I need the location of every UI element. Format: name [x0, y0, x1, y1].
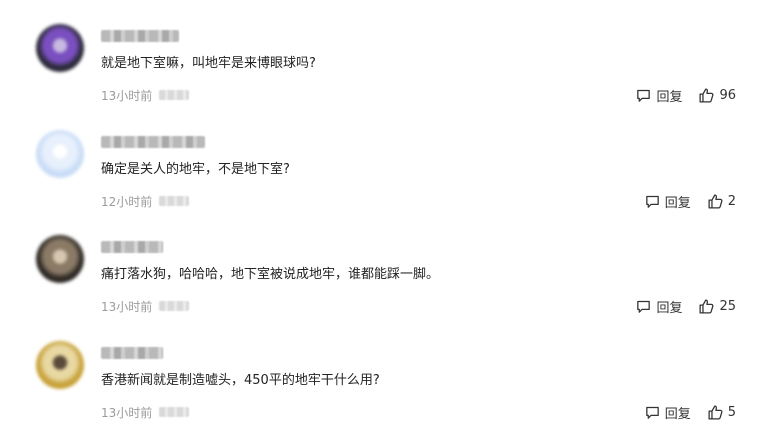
comment-meta: 13小时前: [101, 86, 190, 104]
reply-button[interactable]: 回复: [635, 86, 682, 105]
comment-text: 痛打落水狗，哈哈哈，地下室被说成地牢，谁都能踩一脚。: [101, 267, 440, 282]
like-button[interactable]: 2: [707, 193, 736, 210]
location-blurred: [159, 90, 190, 100]
username-blurred[interactable]: [101, 136, 205, 148]
thumbs-up-icon: [699, 298, 714, 314]
comment-item: 痛打落水狗，哈哈哈，地下室被说成地牢，谁都能踩一脚。 13小时前 回复 25: [0, 235, 758, 340]
like-count: 25: [719, 298, 736, 314]
avatar[interactable]: [36, 235, 84, 283]
comment-actions: 回复 25: [635, 296, 736, 316]
thumbs-up-icon: [708, 193, 723, 209]
like-count: 96: [719, 87, 736, 103]
reply-button[interactable]: 回复: [644, 403, 691, 422]
like-button[interactable]: 25: [698, 298, 736, 315]
comment-text: 香港新闻就是制造嘘头，450平的地牢干什么用?: [101, 373, 380, 388]
thumbs-up-icon: [699, 87, 714, 103]
reply-icon: [637, 300, 651, 313]
reply-label: 回复: [656, 89, 683, 105]
reply-label: 回复: [664, 195, 691, 211]
comment-text: 确定是关人的地牢，不是地下室?: [101, 162, 290, 177]
comment-item: 就是地下室嘛，叫地牢是来博眼球吗? 13小时前 回复 96: [0, 24, 758, 129]
comment-time: 13小时前: [101, 299, 153, 314]
comment-actions: 回复 5: [644, 402, 736, 422]
location-blurred: [159, 407, 190, 417]
location-blurred: [159, 301, 190, 311]
reply-icon: [637, 89, 651, 102]
reply-label: 回复: [664, 406, 691, 422]
like-count: 2: [727, 193, 736, 209]
comment-text: 就是地下室嘛，叫地牢是来博眼球吗?: [101, 56, 316, 71]
comment-actions: 回复 96: [635, 85, 736, 105]
comment-item: 确定是关人的地牢，不是地下室? 12小时前 回复 2: [0, 130, 758, 235]
reply-button[interactable]: 回复: [635, 297, 682, 316]
reply-icon: [645, 406, 659, 419]
comment-item: 香港新闻就是制造嘘头，450平的地牢干什么用? 13小时前 回复 5: [0, 341, 758, 446]
reply-label: 回复: [656, 300, 683, 316]
like-count: 5: [727, 404, 736, 420]
comment-time: 12小时前: [101, 194, 153, 209]
comment-meta: 13小时前: [101, 297, 190, 315]
thumbs-up-icon: [708, 404, 723, 420]
avatar[interactable]: [36, 130, 84, 178]
username-blurred[interactable]: [101, 30, 179, 42]
location-blurred: [159, 196, 190, 206]
comment-meta: 13小时前: [101, 403, 190, 421]
like-button[interactable]: 5: [707, 404, 736, 421]
comment-meta: 12小时前: [101, 192, 190, 210]
reply-button[interactable]: 回复: [644, 192, 691, 211]
comment-time: 13小时前: [101, 88, 153, 103]
avatar[interactable]: [36, 24, 84, 72]
comment-actions: 回复 2: [644, 191, 736, 211]
username-blurred[interactable]: [101, 347, 163, 359]
comment-time: 13小时前: [101, 405, 153, 420]
like-button[interactable]: 96: [698, 87, 736, 104]
avatar[interactable]: [36, 341, 84, 389]
reply-icon: [645, 195, 659, 208]
username-blurred[interactable]: [101, 241, 163, 253]
